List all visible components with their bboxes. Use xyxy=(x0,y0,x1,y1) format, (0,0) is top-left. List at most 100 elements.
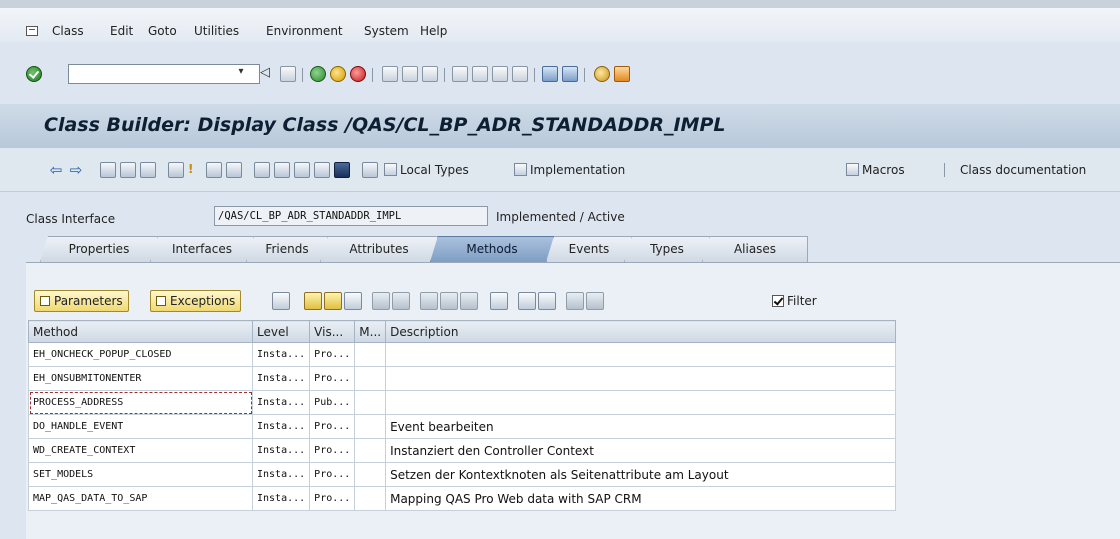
modeled-cell[interactable] xyxy=(354,414,387,439)
print-list-icon[interactable] xyxy=(490,292,508,310)
tab-friends[interactable]: Friends xyxy=(246,236,328,262)
previous-page-icon[interactable] xyxy=(472,66,488,82)
method-cell[interactable]: SET_MODELS xyxy=(28,462,253,487)
table-row[interactable]: WD_CREATE_CONTEXT Insta... Pro... Instan… xyxy=(28,438,897,463)
active-inactive-icon[interactable] xyxy=(120,162,136,178)
save-icon[interactable] xyxy=(280,66,296,82)
description-cell[interactable] xyxy=(385,390,897,415)
last-page-icon[interactable] xyxy=(512,66,528,82)
description-cell[interactable]: Setzen der Kontextknoten als Seitenattri… xyxy=(385,462,897,487)
visibility-cell[interactable]: Pro... xyxy=(309,438,356,463)
exclamation-icon[interactable]: ! xyxy=(188,162,196,178)
navigate-icon[interactable] xyxy=(566,292,584,310)
table-row[interactable]: EH_ONSUBMITONENTER Insta... Pro... xyxy=(28,366,897,391)
find-next-in-list-icon[interactable] xyxy=(538,292,556,310)
method-cell[interactable]: EH_ONCHECK_POPUP_CLOSED xyxy=(28,342,253,367)
level-cell[interactable]: Insta... xyxy=(251,486,311,511)
tab-types[interactable]: Types xyxy=(624,236,710,262)
visibility-cell[interactable]: Pro... xyxy=(309,486,356,511)
visibility-cell[interactable]: Pub... xyxy=(309,390,356,415)
implementation-button[interactable]: Implementation xyxy=(514,163,625,177)
navigation-window-icon[interactable] xyxy=(274,162,290,178)
help-icon[interactable] xyxy=(594,66,610,82)
filter-icon[interactable] xyxy=(314,162,330,178)
cut-icon[interactable] xyxy=(304,292,322,310)
visibility-cell[interactable]: Pro... xyxy=(309,462,356,487)
menu-environment[interactable]: Environment xyxy=(266,24,343,38)
exit-icon[interactable] xyxy=(330,66,346,82)
method-cell[interactable]: MAP_QAS_DATA_TO_SAP xyxy=(28,486,253,511)
back-icon[interactable] xyxy=(310,66,326,82)
hierarchy-icon[interactable] xyxy=(254,162,270,178)
description-cell[interactable] xyxy=(385,342,897,367)
modeled-cell[interactable] xyxy=(354,366,387,391)
where-used-icon[interactable] xyxy=(206,162,222,178)
filter-checkbox[interactable]: Filter xyxy=(772,294,817,308)
next-object-icon[interactable]: ⇨ xyxy=(68,162,84,178)
local-types-button[interactable]: Local Types xyxy=(384,163,469,177)
method-cell[interactable]: EH_ONSUBMITONENTER xyxy=(28,366,253,391)
tab-properties[interactable]: Properties xyxy=(40,236,158,262)
full-screen-icon[interactable] xyxy=(294,162,310,178)
detail-view-icon[interactable] xyxy=(460,292,478,310)
menu-edit[interactable]: Edit xyxy=(110,24,133,38)
expand-icon[interactable] xyxy=(586,292,604,310)
macros-button[interactable]: Macros xyxy=(846,163,905,177)
tab-aliases[interactable]: Aliases xyxy=(702,236,808,262)
paste-icon[interactable] xyxy=(344,292,362,310)
table-row[interactable]: MAP_QAS_DATA_TO_SAP Insta... Pro... Mapp… xyxy=(28,486,897,511)
table-row[interactable]: EH_ONCHECK_POPUP_CLOSED Insta... Pro... xyxy=(28,342,897,367)
command-dropdown-icon[interactable]: ▾ xyxy=(232,66,250,82)
tab-interfaces[interactable]: Interfaces xyxy=(150,236,254,262)
description-cell[interactable]: Instanziert den Controller Context xyxy=(385,438,897,463)
activate-icon[interactable] xyxy=(168,162,184,178)
append-row-icon[interactable] xyxy=(392,292,410,310)
menu-class[interactable]: Class xyxy=(52,24,84,38)
modeled-cell[interactable] xyxy=(354,438,387,463)
header-description[interactable]: Description xyxy=(385,320,897,343)
info-icon[interactable] xyxy=(334,162,350,178)
create-session-icon[interactable] xyxy=(542,66,558,82)
system-menu-icon[interactable] xyxy=(26,26,38,36)
first-page-icon[interactable] xyxy=(452,66,468,82)
menu-help[interactable]: Help xyxy=(420,24,447,38)
print-icon[interactable] xyxy=(382,66,398,82)
table-row[interactable]: SET_MODELS Insta... Pro... Setzen der Ko… xyxy=(28,462,897,487)
object-list-icon[interactable] xyxy=(226,162,242,178)
level-cell[interactable]: Insta... xyxy=(251,390,311,415)
undo-icon[interactable] xyxy=(440,292,458,310)
method-cell[interactable]: WD_CREATE_CONTEXT xyxy=(28,438,253,463)
modeled-cell[interactable] xyxy=(354,390,387,415)
source-code-icon[interactable] xyxy=(272,292,290,310)
modeled-cell[interactable] xyxy=(354,486,387,511)
previous-object-icon[interactable]: ⇦ xyxy=(48,162,64,178)
table-row[interactable]: PROCESS_ADDRESS Insta... Pub... xyxy=(28,390,897,415)
header-method[interactable]: Method xyxy=(28,320,253,343)
next-page-icon[interactable] xyxy=(492,66,508,82)
visibility-cell[interactable]: Pro... xyxy=(309,366,356,391)
check-icon[interactable] xyxy=(140,162,156,178)
level-cell[interactable]: Insta... xyxy=(251,462,311,487)
display-change-icon[interactable] xyxy=(100,162,116,178)
header-visibility[interactable]: Vis... xyxy=(309,320,356,343)
back-history-icon[interactable]: ◁ xyxy=(260,66,276,82)
find-next-icon[interactable] xyxy=(422,66,438,82)
enter-icon[interactable] xyxy=(26,66,42,82)
find-icon[interactable] xyxy=(402,66,418,82)
description-cell[interactable]: Event bearbeiten xyxy=(385,414,897,439)
header-level[interactable]: Level xyxy=(251,320,311,343)
method-cell[interactable]: DO_HANDLE_EVENT xyxy=(28,414,253,439)
level-cell[interactable]: Insta... xyxy=(251,366,311,391)
tab-methods[interactable]: Methods xyxy=(430,236,554,262)
table-row[interactable]: DO_HANDLE_EVENT Insta... Pro... Event be… xyxy=(28,414,897,439)
tab-events[interactable]: Events xyxy=(546,236,632,262)
level-cell[interactable]: Insta... xyxy=(251,414,311,439)
exceptions-button[interactable]: Exceptions xyxy=(150,290,242,312)
header-modeled[interactable]: M... xyxy=(354,320,387,343)
parameters-button[interactable]: Parameters xyxy=(34,290,129,312)
menu-system[interactable]: System xyxy=(364,24,409,38)
find-in-list-icon[interactable] xyxy=(518,292,536,310)
modeled-cell[interactable] xyxy=(354,462,387,487)
test-icon[interactable] xyxy=(362,162,378,178)
create-shortcut-icon[interactable] xyxy=(562,66,578,82)
